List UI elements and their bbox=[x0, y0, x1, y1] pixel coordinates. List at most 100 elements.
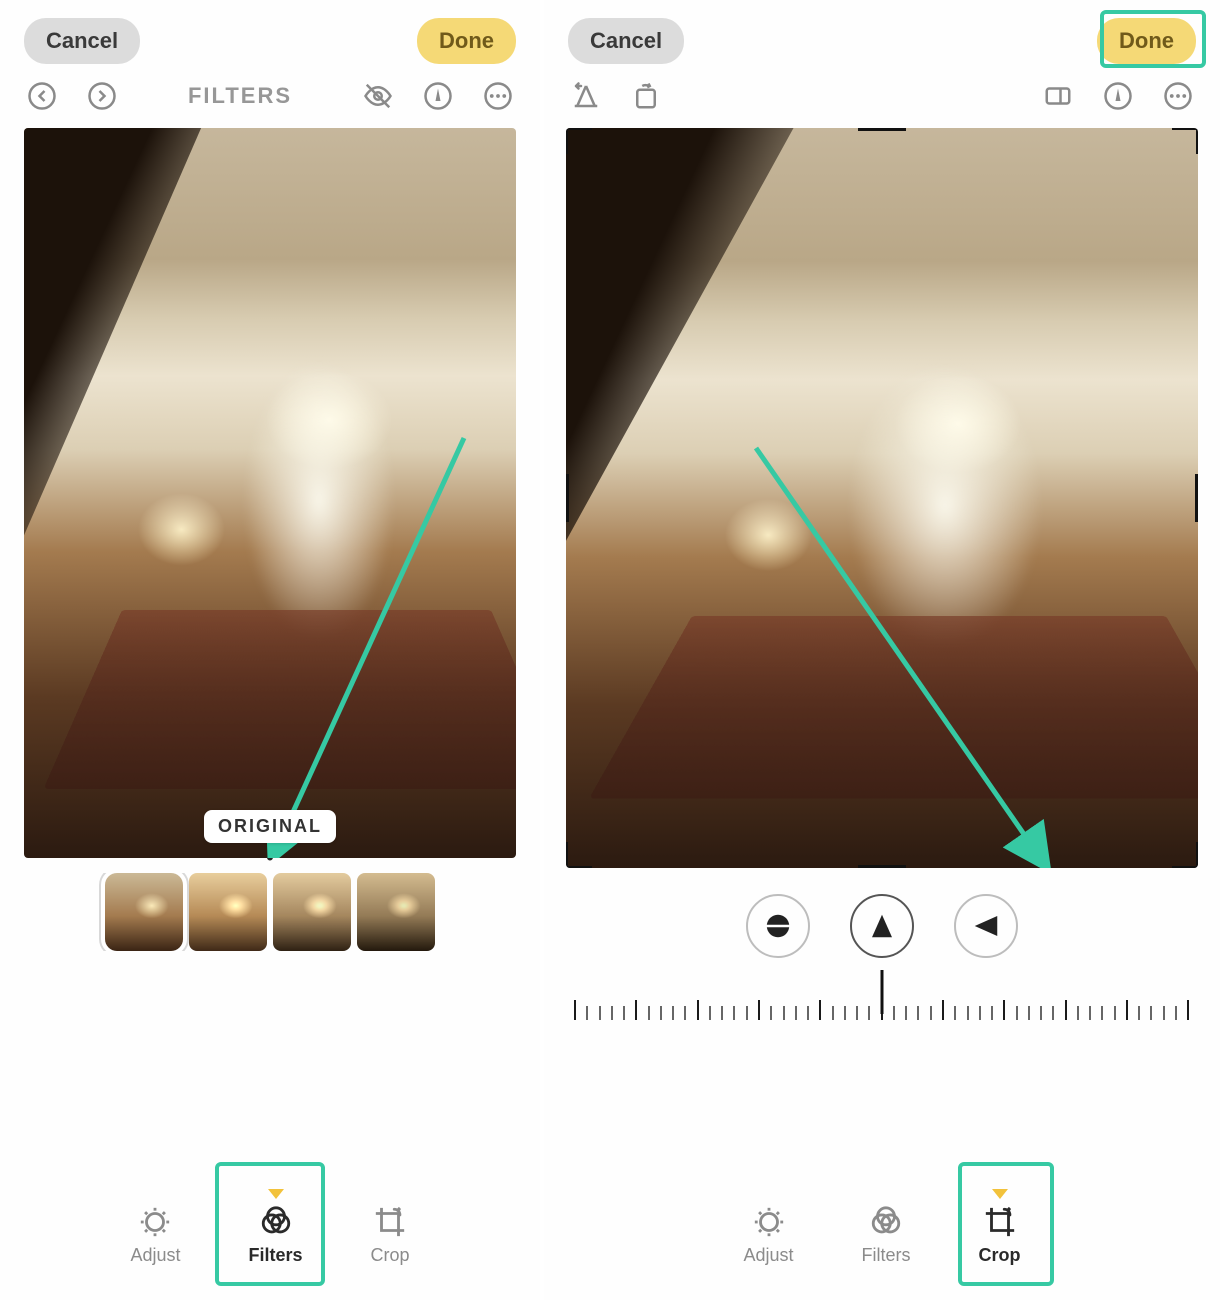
ruler-tick bbox=[1052, 1006, 1054, 1020]
photo-preview[interactable] bbox=[24, 128, 516, 858]
filter-thumb-original[interactable] bbox=[105, 873, 183, 951]
filter-name-badge-wrap: ORIGINAL bbox=[0, 810, 540, 843]
eye-off-icon[interactable] bbox=[360, 78, 396, 114]
ruler-tick bbox=[1114, 1006, 1116, 1020]
horizontal-perspective-button[interactable] bbox=[954, 894, 1018, 958]
more-icon[interactable] bbox=[480, 78, 516, 114]
mode-label: Filters bbox=[862, 1245, 911, 1266]
photo-decor bbox=[44, 610, 516, 789]
ruler-tick bbox=[807, 1006, 809, 1020]
ruler-tick bbox=[1101, 1006, 1103, 1020]
rotate-icon[interactable] bbox=[628, 78, 664, 114]
ruler-tick bbox=[1126, 1000, 1128, 1020]
crop-handle-br[interactable] bbox=[1172, 842, 1198, 868]
ruler-tick bbox=[905, 1006, 907, 1020]
ruler-tick bbox=[783, 1006, 785, 1020]
aspect-ratio-icon[interactable] bbox=[1040, 78, 1076, 114]
crop-handle-bottom[interactable] bbox=[858, 865, 906, 868]
toolbar: FILTERS bbox=[0, 72, 540, 124]
angle-ruler[interactable] bbox=[574, 980, 1190, 1020]
filter-name-badge: ORIGINAL bbox=[204, 810, 336, 843]
right-tools bbox=[1040, 78, 1196, 114]
history-group bbox=[24, 78, 120, 114]
ruler-tick bbox=[868, 1006, 870, 1020]
ruler-tick bbox=[991, 1006, 993, 1020]
ruler-tick bbox=[758, 1000, 760, 1020]
mode-adjust[interactable]: Adjust bbox=[116, 1195, 194, 1276]
mode-crop[interactable]: Crop bbox=[357, 1195, 424, 1276]
ruler-tick bbox=[1040, 1006, 1042, 1020]
mode-label: Crop bbox=[371, 1245, 410, 1266]
section-title: FILTERS bbox=[188, 83, 292, 109]
ruler-tick bbox=[832, 1006, 834, 1020]
filters-panel: Cancel Done FILTERS bbox=[0, 0, 540, 1300]
crop-handle-bl[interactable] bbox=[566, 842, 592, 868]
straighten-button[interactable] bbox=[746, 894, 810, 958]
redo-icon[interactable] bbox=[84, 78, 120, 114]
ruler-tick bbox=[856, 1006, 858, 1020]
more-icon[interactable] bbox=[1160, 78, 1196, 114]
mode-filters[interactable]: Filters bbox=[234, 1195, 316, 1276]
ruler-tick bbox=[709, 1006, 711, 1020]
markup-icon[interactable] bbox=[1100, 78, 1136, 114]
ruler-tick bbox=[611, 1006, 613, 1020]
ruler-tick bbox=[930, 1006, 932, 1020]
ruler-tick bbox=[1187, 1000, 1189, 1020]
ruler-tick bbox=[1089, 1006, 1091, 1020]
mode-filters[interactable]: Filters bbox=[848, 1195, 925, 1276]
ruler-tick bbox=[586, 1006, 588, 1020]
mode-label: Adjust bbox=[743, 1245, 793, 1266]
left-tools bbox=[568, 78, 664, 114]
ruler-tick bbox=[623, 1006, 625, 1020]
crop-handle-left[interactable] bbox=[566, 474, 569, 522]
ruler-tick bbox=[1028, 1006, 1030, 1020]
ruler-tick bbox=[942, 1000, 944, 1020]
photo-decor bbox=[589, 616, 1198, 799]
mode-label: Crop bbox=[979, 1245, 1021, 1266]
crop-handle-right[interactable] bbox=[1195, 474, 1198, 522]
done-button[interactable]: Done bbox=[1097, 18, 1196, 64]
ruler-tick bbox=[844, 1006, 846, 1020]
ruler-tick bbox=[574, 1000, 576, 1020]
mode-adjust[interactable]: Adjust bbox=[729, 1195, 807, 1276]
ruler-tick bbox=[746, 1006, 748, 1020]
filter-thumb-vivid[interactable] bbox=[189, 873, 267, 951]
markup-icon[interactable] bbox=[420, 78, 456, 114]
top-bar: Cancel Done bbox=[544, 0, 1220, 72]
vertical-perspective-button[interactable] bbox=[850, 894, 914, 958]
ruler-tick bbox=[1175, 1006, 1177, 1020]
top-bar: Cancel Done bbox=[0, 0, 540, 72]
ruler-tick bbox=[1138, 1006, 1140, 1020]
crop-stage[interactable] bbox=[566, 128, 1198, 868]
mode-crop[interactable]: Crop bbox=[965, 1195, 1035, 1276]
filter-thumb-vivid-warm[interactable] bbox=[273, 873, 351, 951]
ruler-tick bbox=[1077, 1006, 1079, 1020]
ruler-tick bbox=[1150, 1006, 1152, 1020]
crop-handle-top[interactable] bbox=[858, 128, 906, 131]
active-caret-icon bbox=[268, 1189, 284, 1199]
crop-handle-tr[interactable] bbox=[1172, 128, 1198, 154]
ruler-tick bbox=[893, 1006, 895, 1020]
filter-thumb-dramatic[interactable] bbox=[357, 873, 435, 951]
mode-bar: Adjust Filters Crop bbox=[0, 1195, 540, 1276]
ruler-tick bbox=[917, 1006, 919, 1020]
flip-horizontal-icon[interactable] bbox=[568, 78, 604, 114]
ruler-tick bbox=[599, 1006, 601, 1020]
active-caret-icon bbox=[992, 1189, 1008, 1199]
crop-handle-tl[interactable] bbox=[566, 128, 592, 154]
ruler-tick bbox=[672, 1006, 674, 1020]
right-tools bbox=[360, 78, 516, 114]
mode-label: Adjust bbox=[130, 1245, 180, 1266]
ruler-tick bbox=[967, 1006, 969, 1020]
cancel-button[interactable]: Cancel bbox=[568, 18, 684, 64]
ruler-center-icon bbox=[881, 970, 884, 1014]
photo-decor bbox=[245, 362, 393, 639]
ruler-tick bbox=[819, 1000, 821, 1020]
cancel-button[interactable]: Cancel bbox=[24, 18, 140, 64]
filter-thumbnails bbox=[0, 873, 540, 951]
ruler-tick bbox=[1163, 1006, 1165, 1020]
mode-bar: Adjust Filters Crop bbox=[544, 1195, 1220, 1276]
ruler-tick bbox=[979, 1006, 981, 1020]
done-button[interactable]: Done bbox=[417, 18, 516, 64]
undo-icon[interactable] bbox=[24, 78, 60, 114]
